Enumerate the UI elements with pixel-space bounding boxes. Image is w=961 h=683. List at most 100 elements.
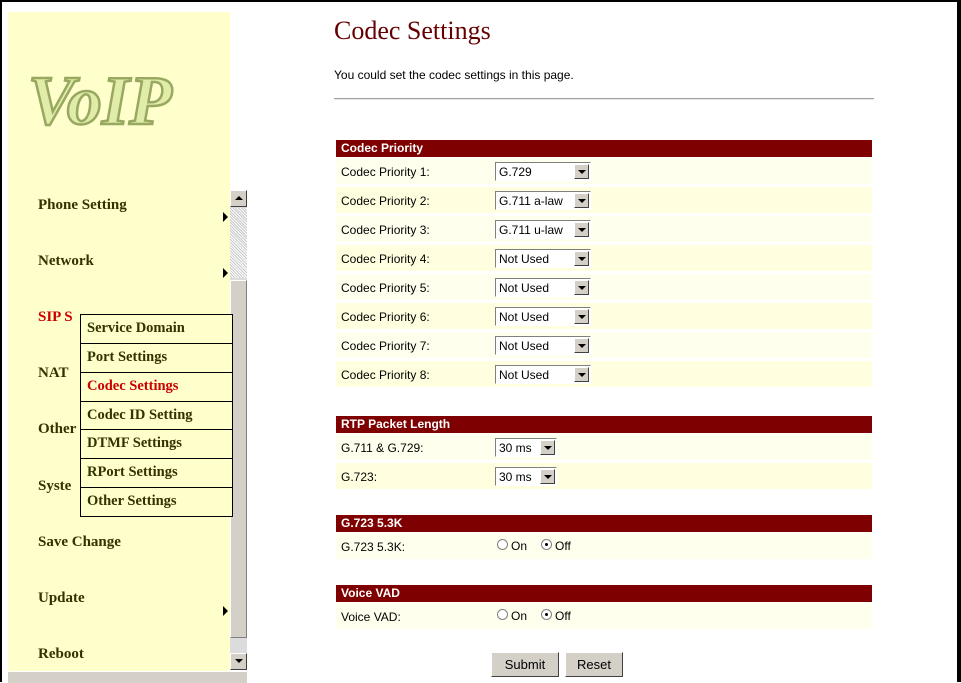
codec-priority-5-select[interactable]: Not Used	[495, 278, 591, 297]
dropdown-arrow-icon[interactable]	[574, 193, 589, 208]
arrow-down-icon	[235, 659, 243, 663]
section-header-voice-vad: Voice VAD	[336, 585, 872, 602]
select-value: 30 ms	[499, 441, 532, 455]
codec-priority-label: Codec Priority 8:	[341, 368, 430, 382]
scroll-down-button[interactable]	[230, 653, 247, 670]
codec-priority-row: Codec Priority 3: G.711 u-law	[336, 216, 872, 242]
submenu-item-codec-settings[interactable]: Codec Settings	[81, 372, 232, 400]
codec-priority-row: Codec Priority 5: Not Used	[336, 274, 872, 300]
select-value: G.711 a-law	[499, 194, 563, 208]
divider	[334, 98, 874, 100]
select-value: G.711 u-law	[499, 223, 563, 237]
submenu-item-dtmf-settings[interactable]: DTMF Settings	[81, 429, 232, 457]
rtp-label: G.723:	[341, 470, 378, 484]
dropdown-arrow-icon[interactable]	[574, 280, 589, 295]
nav-phone-setting[interactable]: Phone Setting	[38, 197, 127, 214]
submit-button[interactable]: Submit	[491, 652, 559, 677]
submenu-item-other-settings[interactable]: Other Settings	[81, 487, 232, 515]
select-value: Not Used	[499, 310, 550, 324]
reset-button[interactable]: Reset	[565, 652, 623, 677]
codec-priority-4-select[interactable]: Not Used	[495, 249, 591, 268]
rtp-g723-select[interactable]: 30 ms	[495, 467, 557, 486]
window-frame-top	[0, 0, 961, 2]
g723-label: G.723 5.3K:	[341, 540, 406, 554]
sip-settings-submenu: Service Domain Port Settings Codec Setti…	[80, 314, 233, 517]
codec-priority-6-select[interactable]: Not Used	[495, 307, 591, 326]
select-value: Not Used	[499, 339, 550, 353]
scroll-track[interactable]	[230, 208, 247, 278]
svg-text:VoIP: VoIP	[28, 63, 173, 138]
codec-priority-row: Codec Priority 7: Not Used	[336, 332, 872, 358]
g723-on-radio[interactable]	[497, 539, 508, 550]
codec-priority-row: Codec Priority 8: Not Used	[336, 361, 872, 387]
nav-update[interactable]: Update	[38, 590, 85, 607]
codec-priority-8-select[interactable]: Not Used	[495, 365, 591, 384]
rtp-label: G.711 & G.729:	[341, 441, 424, 455]
codec-priority-label: Codec Priority 1:	[341, 165, 430, 179]
select-value: Not Used	[499, 368, 550, 382]
nav-system[interactable]: Syste	[38, 478, 71, 495]
select-value: G.729	[499, 165, 532, 179]
codec-priority-label: Codec Priority 4:	[341, 252, 430, 266]
voip-logo: VoIP	[26, 58, 230, 142]
nav-network[interactable]: Network	[38, 253, 94, 270]
vad-off-radio[interactable]	[541, 609, 552, 620]
vad-off-label: Off	[555, 609, 571, 623]
codec-priority-label: Codec Priority 7:	[341, 339, 430, 353]
codec-priority-7-select[interactable]: Not Used	[495, 336, 591, 355]
section-header-g723: G.723 5.3K	[336, 515, 872, 532]
section-header-codec-priority: Codec Priority	[336, 140, 872, 157]
select-value: 30 ms	[499, 470, 532, 484]
rtp-row: G.711 & G.729: 30 ms	[336, 434, 872, 460]
codec-priority-label: Codec Priority 3:	[341, 223, 430, 237]
codec-priority-label: Codec Priority 6:	[341, 310, 430, 324]
select-value: Not Used	[499, 281, 550, 295]
g723-off-label: Off	[555, 539, 571, 553]
chevron-right-icon	[223, 606, 228, 616]
dropdown-arrow-icon[interactable]	[574, 251, 589, 266]
rtp-g711-g729-select[interactable]: 30 ms	[495, 438, 557, 457]
codec-priority-row: Codec Priority 6: Not Used	[336, 303, 872, 329]
codec-priority-row: Codec Priority 4: Not Used	[336, 245, 872, 271]
submenu-item-codec-id-setting[interactable]: Codec ID Setting	[81, 401, 232, 429]
codec-priority-row: Codec Priority 1: G.729	[336, 158, 872, 184]
nav-reboot[interactable]: Reboot	[38, 646, 84, 663]
nav-save-change[interactable]: Save Change	[38, 534, 121, 551]
g723-off-radio[interactable]	[541, 539, 552, 550]
dropdown-arrow-icon[interactable]	[574, 367, 589, 382]
codec-priority-label: Codec Priority 2:	[341, 194, 430, 208]
g723-on-label: On	[511, 539, 528, 553]
window-frame-left	[0, 0, 2, 682]
g723-row: G.723 5.3K: On Off	[336, 533, 872, 559]
nav-sip-setting[interactable]: SIP S	[38, 309, 73, 326]
dropdown-arrow-icon[interactable]	[574, 164, 589, 179]
dropdown-arrow-icon[interactable]	[540, 469, 555, 484]
vad-label: Voice VAD:	[341, 610, 401, 624]
codec-priority-3-select[interactable]: G.711 u-law	[495, 220, 591, 239]
chevron-right-icon	[223, 268, 228, 278]
select-value: Not Used	[499, 252, 550, 266]
dropdown-arrow-icon[interactable]	[574, 309, 589, 324]
vad-on-radio[interactable]	[497, 609, 508, 620]
window-frame-right	[957, 0, 961, 682]
submenu-item-port-settings[interactable]: Port Settings	[81, 343, 232, 371]
dropdown-arrow-icon[interactable]	[574, 222, 589, 237]
dropdown-arrow-icon[interactable]	[540, 440, 555, 455]
vad-row: Voice VAD: On Off	[336, 603, 872, 629]
sidebar-horizontal-scrollbar[interactable]	[8, 671, 247, 683]
codec-priority-row: Codec Priority 2: G.711 a-law	[336, 187, 872, 213]
vad-on-label: On	[511, 609, 528, 623]
chevron-right-icon	[223, 212, 228, 222]
submenu-item-rport-settings[interactable]: RPort Settings	[81, 458, 232, 486]
submenu-item-service-domain[interactable]: Service Domain	[81, 315, 232, 343]
section-header-rtp-packet-length: RTP Packet Length	[336, 416, 872, 433]
arrow-up-icon	[235, 196, 243, 200]
scroll-up-button[interactable]	[230, 190, 247, 207]
page-description: You could set the codec settings in this…	[334, 68, 574, 82]
codec-priority-2-select[interactable]: G.711 a-law	[495, 191, 591, 210]
nav-nat[interactable]: NAT	[38, 365, 69, 382]
dropdown-arrow-icon[interactable]	[574, 338, 589, 353]
codec-priority-1-select[interactable]: G.729	[495, 162, 591, 181]
rtp-row: G.723: 30 ms	[336, 463, 872, 489]
nav-other[interactable]: Other	[38, 421, 76, 438]
